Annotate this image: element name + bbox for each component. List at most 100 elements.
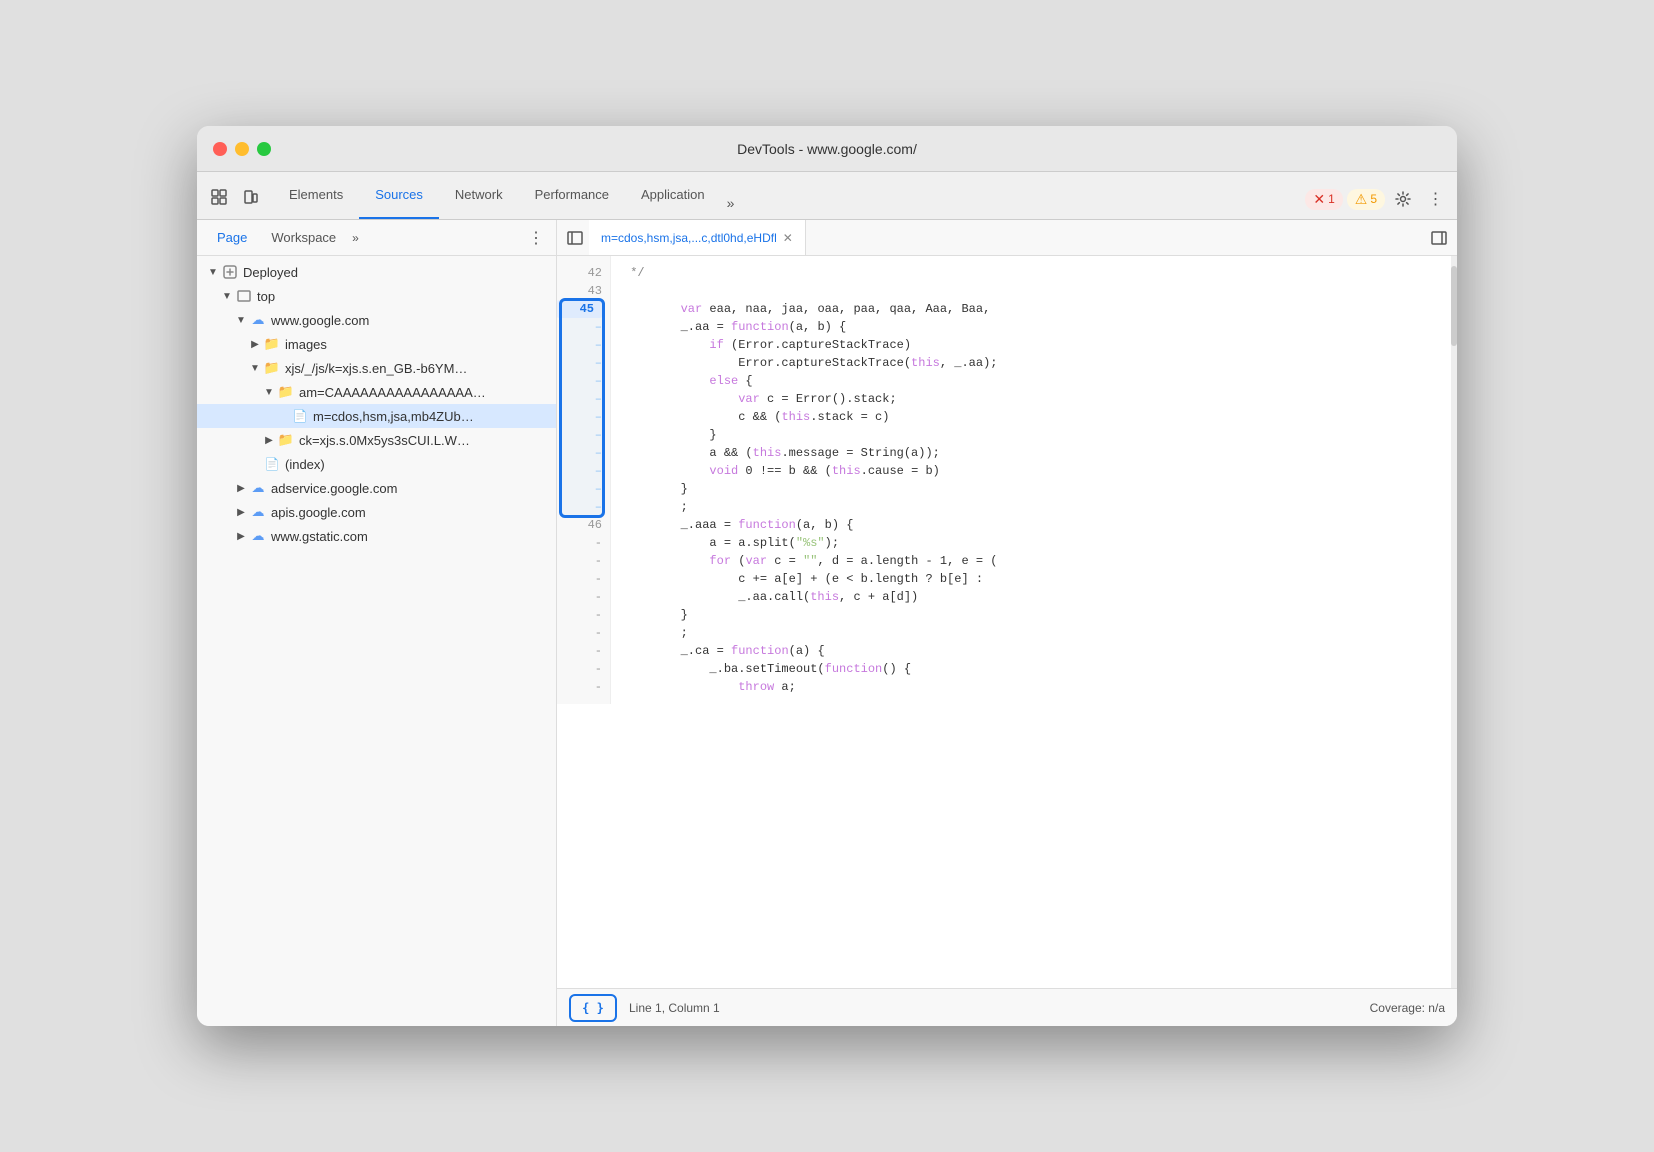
window-controls	[213, 142, 271, 156]
code-line: throw a;	[623, 678, 1439, 696]
code-line: _.aaa = function(a, b) {	[623, 516, 1439, 534]
tree-item-www-google[interactable]: ▼ ☁ www.google.com	[197, 308, 556, 332]
folder-icon-images: 📁	[263, 335, 281, 353]
line-number: -	[557, 642, 602, 660]
devtools-icons	[205, 183, 265, 219]
code-line: ;	[623, 498, 1439, 516]
line-number: -	[557, 534, 602, 552]
line-number: –	[557, 408, 602, 426]
code-line: _.ba.setTimeout(function() {	[623, 660, 1439, 678]
line-number: 46	[557, 516, 602, 534]
code-line: }	[623, 426, 1439, 444]
tab-sources[interactable]: Sources	[359, 172, 439, 219]
line-number: –	[557, 480, 602, 498]
sidebar-menu-button[interactable]: ⋮	[524, 226, 548, 250]
tree-label-mfile: m=cdos,hsm,jsa,mb4ZUb…	[313, 409, 474, 424]
warning-badge[interactable]: ⚠ 5	[1347, 189, 1385, 210]
tree-arrow-gstatic: ▶	[233, 528, 249, 544]
line-numbers-wrapper: 424345–––––––––––46---------	[557, 256, 611, 988]
tree-item-mfile[interactable]: ▶ 📄 m=cdos,hsm,jsa,mb4ZUb…	[197, 404, 556, 428]
cloud-icon-adservice: ☁	[249, 479, 267, 497]
sidebar-right-toggle[interactable]	[1425, 224, 1453, 252]
tab-elements[interactable]: Elements	[273, 172, 359, 219]
content-area: Page Workspace » ⋮ ▼	[197, 220, 1457, 1026]
sidebar-tab-workspace[interactable]: Workspace	[259, 226, 348, 249]
tree-label-deployed: Deployed	[243, 265, 298, 280]
maximize-button[interactable]	[257, 142, 271, 156]
cloud-icon-www-google: ☁	[249, 311, 267, 329]
sidebar-tab-page[interactable]: Page	[205, 226, 259, 249]
sidebar-more-button[interactable]: »	[348, 227, 363, 249]
tree-label-xjs: xjs/_/js/k=xjs.s.en_GB.-b6YM…	[285, 361, 467, 376]
sidebar-tabs: Page Workspace » ⋮	[197, 220, 556, 256]
code-line: void 0 !== b && (this.cause = b)	[623, 462, 1439, 480]
tree-item-top[interactable]: ▼ top	[197, 284, 556, 308]
line-number: 42	[557, 264, 602, 282]
frame-icon	[235, 287, 253, 305]
tree-label-top: top	[257, 289, 275, 304]
line-number: –	[557, 426, 602, 444]
tab-application[interactable]: Application	[625, 172, 721, 219]
format-button[interactable]: { }	[569, 994, 617, 1022]
line-number: -	[557, 606, 602, 624]
tree-item-gstatic[interactable]: ▶ ☁ www.gstatic.com	[197, 524, 556, 548]
line-number: –	[557, 372, 602, 390]
tree-arrow-www-google: ▼	[233, 312, 249, 328]
editor-tab-close-button[interactable]: ✕	[783, 231, 793, 245]
tree-item-images[interactable]: ▶ 📁 images	[197, 332, 556, 356]
tree-label-images: images	[285, 337, 327, 352]
code-line: if (Error.captureStackTrace)	[623, 336, 1439, 354]
code-editor[interactable]: */ var eaa, naa, jaa, oaa, paa, qaa, Aaa…	[611, 256, 1451, 988]
vertical-scrollbar[interactable]	[1451, 256, 1457, 988]
tree-arrow-apis: ▶	[233, 504, 249, 520]
status-bar: { } Line 1, Column 1 Coverage: n/a	[557, 988, 1457, 1026]
tree-item-adservice[interactable]: ▶ ☁ adservice.google.com	[197, 476, 556, 500]
coverage-status: Coverage: n/a	[1370, 1001, 1445, 1015]
scrollbar-thumb[interactable]	[1451, 266, 1457, 346]
tree-arrow-adservice: ▶	[233, 480, 249, 496]
devtools-window: DevTools - www.google.com/ Elements	[197, 126, 1457, 1026]
code-line: */	[623, 264, 1439, 282]
tree-label-apis: apis.google.com	[271, 505, 366, 520]
line-number: 43	[557, 282, 602, 300]
deployed-icon	[221, 263, 239, 281]
tree-label-gstatic: www.gstatic.com	[271, 529, 368, 544]
line-numbers: 424345–––––––––––46---------	[557, 256, 611, 704]
tree-arrow-top: ▼	[219, 288, 235, 304]
error-badge[interactable]: ✕ 1	[1305, 189, 1342, 210]
tree-item-ck[interactable]: ▶ 📁 ck=xjs.s.0Mx5ys3sCUI.L.W…	[197, 428, 556, 452]
device-toggle-icon[interactable]	[237, 183, 265, 211]
minimize-button[interactable]	[235, 142, 249, 156]
tab-performance[interactable]: Performance	[519, 172, 625, 219]
close-button[interactable]	[213, 142, 227, 156]
tree-item-apis[interactable]: ▶ ☁ apis.google.com	[197, 500, 556, 524]
tab-network[interactable]: Network	[439, 172, 519, 219]
folder-icon-ck: 📁	[277, 431, 295, 449]
line-number: -	[557, 660, 602, 678]
file-icon-mfile: 📄	[291, 407, 309, 425]
line-number: -	[557, 624, 602, 642]
tree-item-deployed[interactable]: ▼ Deployed	[197, 260, 556, 284]
tree-arrow-ck: ▶	[261, 432, 277, 448]
window-title: DevTools - www.google.com/	[737, 141, 917, 157]
editor-tab-file[interactable]: m=cdos,hsm,jsa,...c,dtl0hd,eHDfl ✕	[589, 220, 806, 255]
line-number: –	[557, 462, 602, 480]
line-number: –	[557, 444, 602, 462]
code-line: }	[623, 606, 1439, 624]
warning-icon: ⚠	[1355, 191, 1368, 208]
tree-item-index[interactable]: ▶ 📄 (index)	[197, 452, 556, 476]
tree-item-am[interactable]: ▼ 📁 am=CAAAAAAAAAAAAAAAA…	[197, 380, 556, 404]
more-tabs-button[interactable]: »	[721, 195, 741, 219]
tree-arrow-xjs: ▼	[247, 360, 263, 376]
sidebar-left-toggle[interactable]	[561, 224, 589, 252]
cursor-position: Line 1, Column 1	[629, 1001, 720, 1015]
inspect-icon[interactable]	[205, 183, 233, 211]
code-container: 424345–––––––––––46--------- */ var eaa,…	[557, 256, 1457, 988]
tree-arrow-images: ▶	[247, 336, 263, 352]
code-line: else {	[623, 372, 1439, 390]
tree-label-am: am=CAAAAAAAAAAAAAAAA…	[299, 385, 486, 400]
line-number: -	[557, 552, 602, 570]
settings-button[interactable]	[1389, 185, 1417, 213]
tree-item-xjs[interactable]: ▼ 📁 xjs/_/js/k=xjs.s.en_GB.-b6YM…	[197, 356, 556, 380]
more-options-button[interactable]: ⋮	[1421, 185, 1449, 213]
